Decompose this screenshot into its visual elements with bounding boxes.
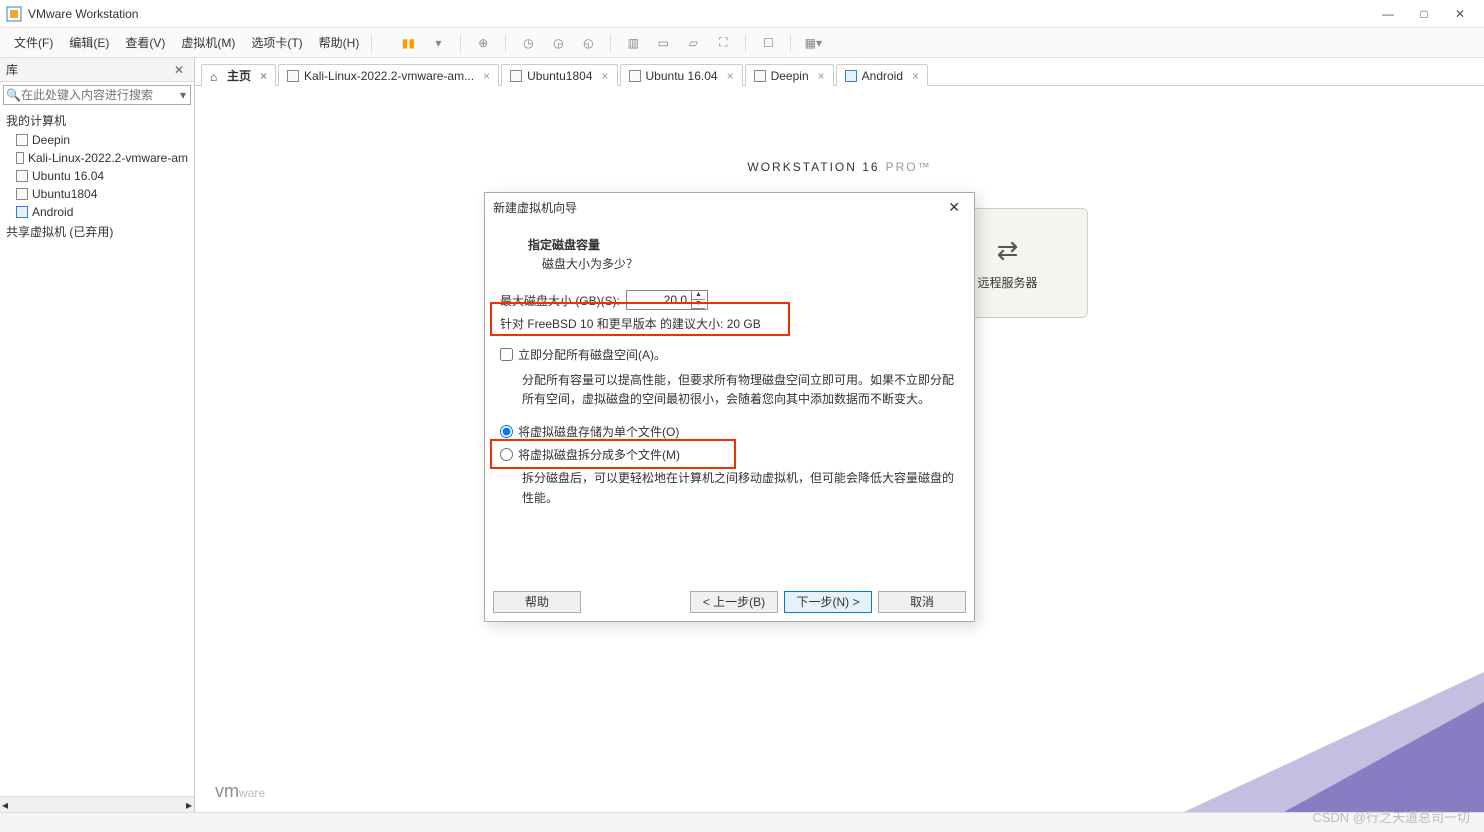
- alloc-now-input[interactable]: [500, 348, 513, 361]
- send-caps-icon[interactable]: ⊕: [471, 31, 495, 55]
- tab-kali[interactable]: Kali-Linux-2022.2-vmware-am...×: [278, 64, 499, 86]
- minimize-button[interactable]: —: [1370, 7, 1406, 21]
- vm-item-ubuntu1604[interactable]: Ubuntu 16.04: [0, 167, 194, 185]
- window-title-bar: VMware Workstation — □ ✕: [0, 0, 1484, 28]
- spin-up-icon[interactable]: ▲: [691, 291, 705, 300]
- search-input[interactable]: [21, 88, 176, 102]
- home-icon: ⌂: [210, 70, 222, 82]
- watermark: CSDN @行之天道总司一切: [1312, 807, 1470, 826]
- snapshot-revert-icon[interactable]: ◵: [576, 31, 600, 55]
- maximize-button[interactable]: □: [1406, 7, 1442, 21]
- vm-item-deepin[interactable]: Deepin: [0, 131, 194, 149]
- window-title: VMware Workstation: [28, 7, 1370, 21]
- remote-server-icon: ⇄: [997, 235, 1019, 266]
- tab-strip: ⌂主页× Kali-Linux-2022.2-vmware-am...× Ubu…: [195, 58, 1484, 86]
- new-vm-wizard-dialog: 新建虚拟机向导 ✕ 指定磁盘容量 磁盘大小为多少？ 最大磁盘大小 (GB)(S)…: [484, 192, 975, 622]
- sidebar-close-icon[interactable]: ✕: [170, 63, 188, 77]
- split-view-icon[interactable]: ▥: [621, 31, 645, 55]
- sidebar-title: 库: [6, 61, 18, 78]
- tab-close-icon[interactable]: ×: [483, 69, 490, 83]
- toolbar: ▮▮ ▾ ⊕ ◷ ◶ ◵ ▥ ▭ ▱ ⛶ ☐ ▦▾: [396, 31, 825, 55]
- snapshot-icon[interactable]: ◷: [516, 31, 540, 55]
- fullscreen-icon[interactable]: ⛶: [711, 31, 735, 55]
- highlight-disk-size: [490, 302, 790, 336]
- tab-home[interactable]: ⌂主页×: [201, 64, 276, 86]
- play-dropdown-icon[interactable]: ▾: [426, 31, 450, 55]
- single-view-icon[interactable]: ▭: [651, 31, 675, 55]
- menu-help[interactable]: 帮助(H): [311, 30, 368, 55]
- dialog-title: 新建虚拟机向导: [493, 199, 577, 216]
- tab-ubuntu1604[interactable]: Ubuntu 16.04×: [620, 64, 743, 86]
- dialog-section-sub: 磁盘大小为多少？: [542, 255, 959, 272]
- vm-tree: 我的计算机 Deepin Kali-Linux-2022.2-vmware-am…: [0, 108, 194, 796]
- vm-item-ubuntu1804[interactable]: Ubuntu1804: [0, 185, 194, 203]
- quickswitch-icon[interactable]: ▦▾: [801, 31, 825, 55]
- tab-close-icon[interactable]: ×: [602, 69, 609, 83]
- tab-close-icon[interactable]: ×: [818, 69, 825, 83]
- menu-file[interactable]: 文件(F): [6, 30, 61, 55]
- card-label: 远程服务器: [977, 274, 1037, 291]
- snapshot-manage-icon[interactable]: ◶: [546, 31, 570, 55]
- next-button[interactable]: 下一步(N) >: [784, 591, 872, 613]
- help-button[interactable]: 帮助: [493, 591, 581, 613]
- tab-android[interactable]: Android×: [836, 64, 928, 86]
- radio-single-input[interactable]: [500, 425, 513, 438]
- back-button[interactable]: < 上一步(B): [690, 591, 778, 613]
- tab-close-icon[interactable]: ×: [727, 69, 734, 83]
- suspend-icon[interactable]: ▮▮: [396, 31, 420, 55]
- alloc-desc: 分配所有容量可以提高性能，但要求所有物理磁盘空间立即可用。如果不立即分配所有空间…: [522, 371, 959, 409]
- tab-close-icon[interactable]: ×: [260, 69, 267, 83]
- dialog-section-title: 指定磁盘容量: [528, 236, 959, 253]
- tab-deepin[interactable]: Deepin×: [745, 64, 834, 86]
- tab-close-icon[interactable]: ×: [912, 69, 919, 83]
- vmware-logo-icon: [6, 6, 22, 22]
- search-box[interactable]: 🔍 ▾: [3, 85, 191, 105]
- tree-shared[interactable]: 共享虚拟机 (已弃用): [0, 221, 194, 242]
- menu-bar: 文件(F) 编辑(E) 查看(V) 虚拟机(M) 选项卡(T) 帮助(H) ▮▮…: [0, 28, 1484, 58]
- library-icon[interactable]: ☐: [756, 31, 780, 55]
- sidebar-scroll-x[interactable]: ◂▸: [0, 796, 194, 812]
- split-desc: 拆分磁盘后，可以更轻松地在计算机之间移动虚拟机，但可能会降低大容量磁盘的性能。: [522, 469, 959, 507]
- search-icon: 🔍: [6, 88, 21, 102]
- dialog-close-icon[interactable]: ✕: [942, 197, 966, 218]
- menu-edit[interactable]: 编辑(E): [61, 30, 117, 55]
- radio-single-file[interactable]: 将虚拟磁盘存储为单个文件(O): [500, 423, 959, 440]
- close-button[interactable]: ✕: [1442, 7, 1478, 21]
- menu-vm[interactable]: 虚拟机(M): [173, 30, 243, 55]
- menu-view[interactable]: 查看(V): [117, 30, 173, 55]
- tab-ubuntu1804[interactable]: Ubuntu1804×: [501, 64, 617, 86]
- vmware-footer-logo: vmware: [215, 781, 265, 802]
- highlight-single-file: [490, 439, 736, 469]
- vm-item-kali[interactable]: Kali-Linux-2022.2-vmware-am: [0, 149, 194, 167]
- alloc-now-checkbox[interactable]: 立即分配所有磁盘空间(A)。: [500, 346, 959, 363]
- menu-tabs[interactable]: 选项卡(T): [243, 30, 310, 55]
- vm-item-android[interactable]: Android: [0, 203, 194, 221]
- tree-root[interactable]: 我的计算机: [0, 110, 194, 131]
- search-dropdown-icon[interactable]: ▾: [176, 88, 190, 102]
- unity-icon[interactable]: ▱: [681, 31, 705, 55]
- cancel-button[interactable]: 取消: [878, 591, 966, 613]
- status-bar: [0, 812, 1484, 832]
- library-sidebar: 库 ✕ 🔍 ▾ 我的计算机 Deepin Kali-Linux-2022.2-v…: [0, 58, 195, 812]
- brand-title: WORKSTATION 16PRO™: [747, 146, 931, 178]
